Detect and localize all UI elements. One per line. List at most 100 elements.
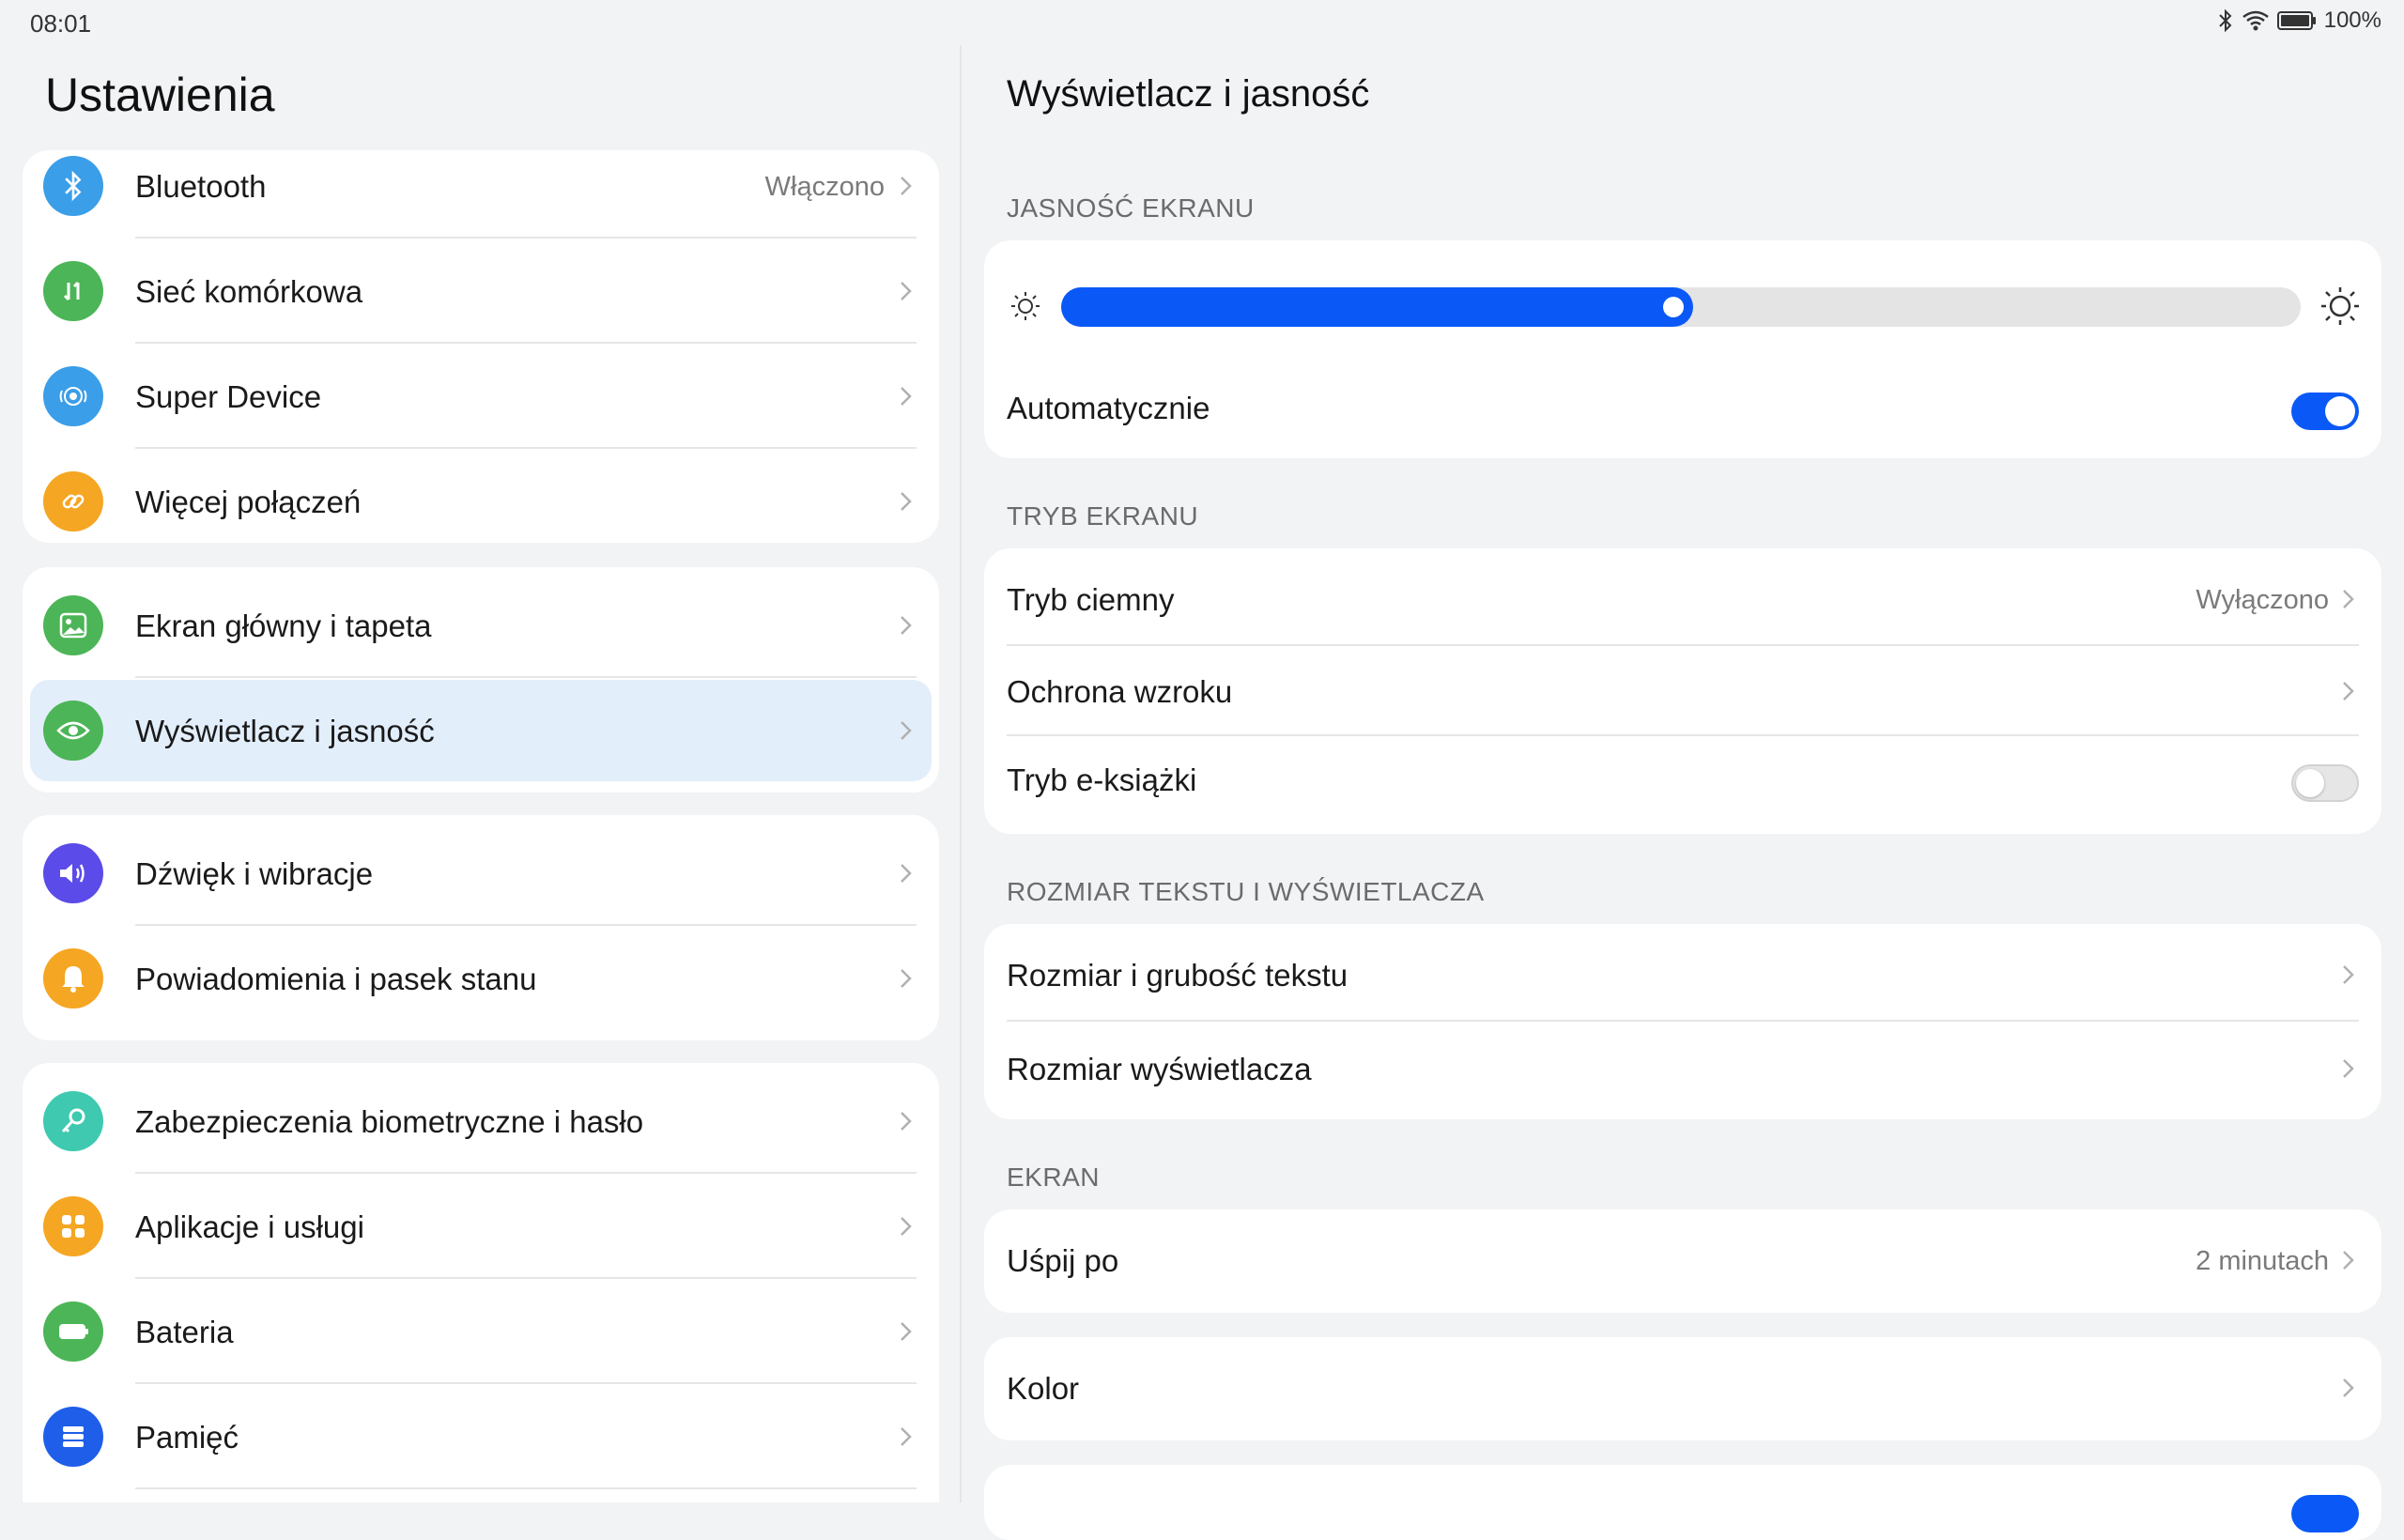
wifi-icon — [2242, 9, 2270, 32]
eye-comfort-row[interactable]: Ochrona wzroku — [984, 646, 2381, 736]
brightness-high-icon — [2319, 285, 2361, 331]
chevron-right-icon — [901, 1427, 912, 1446]
apps-icon — [43, 1196, 103, 1256]
next-settings-card — [984, 1465, 2381, 1540]
section-label-brightness: JASNOŚĆ EKRANU — [1007, 193, 1255, 223]
sidebar-item-notifications[interactable]: Powiadomienia i pasek stanu — [23, 926, 939, 1031]
color-label: Kolor — [1007, 1371, 1080, 1406]
color-row[interactable]: Kolor — [984, 1337, 2381, 1440]
sidebar-item-label: Pamięć — [135, 1420, 239, 1455]
sidebar-item-label: Bateria — [135, 1315, 234, 1349]
section-label-text-size: ROZMIAR TEKSTU I WYŚWIETLACZA — [1007, 877, 1485, 906]
key-icon — [43, 1091, 103, 1151]
text-size-row[interactable]: Rozmiar i grubość tekstu — [984, 924, 2381, 1022]
dark-mode-row[interactable]: Tryb ciemny Wyłączono — [984, 548, 2381, 646]
auto-brightness-toggle[interactable] — [2291, 393, 2359, 430]
sidebar-item-label: Sieć komórkowa — [135, 274, 363, 309]
sidebar-item-label: Powiadomienia i pasek stanu — [135, 962, 537, 996]
wallpaper-icon — [43, 595, 103, 655]
sidebar-item-label: Więcej połączeń — [135, 485, 362, 519]
chevron-right-icon — [901, 1217, 912, 1236]
bluetooth-icon — [43, 156, 103, 216]
chevron-right-icon — [901, 1112, 912, 1131]
storage-icon — [43, 1407, 103, 1467]
sidebar-item-label: Aplikacje i usługi — [135, 1209, 364, 1244]
status-icons: 100% — [2217, 8, 2381, 34]
partial-toggle[interactable] — [2291, 1495, 2359, 1532]
super-device-icon — [43, 366, 103, 426]
settings-group-system: Zabezpieczenia biometryczne i hasło Apli… — [23, 1063, 939, 1502]
eye-icon — [43, 701, 103, 761]
chevron-right-icon — [901, 177, 912, 195]
sidebar-item-label: Zabezpieczenia biometryczne i hasło — [135, 1104, 644, 1139]
battery-icon — [2276, 10, 2317, 31]
sidebar-item-label: Dźwięk i wibracje — [135, 856, 374, 891]
pane-divider — [960, 45, 962, 1502]
toggle-knob — [2325, 396, 2355, 426]
divider — [135, 1487, 917, 1489]
sidebar-item-more-connections[interactable]: Więcej połączeń — [23, 449, 939, 543]
ebook-mode-row[interactable]: Tryb e-książki — [984, 736, 2381, 834]
settings-sidebar: Ustawienia Bluetooth Włączono Sieć komór… — [0, 0, 960, 1502]
dark-mode-value: Wyłączono — [2196, 585, 2329, 615]
chevron-right-icon — [2343, 965, 2354, 984]
display-size-row[interactable]: Rozmiar wyświetlacza — [984, 1022, 2381, 1119]
settings-group-display: Ekran główny i tapeta Wyświetlacz i jasn… — [23, 567, 939, 793]
sidebar-item-display-brightness[interactable]: Wyświetlacz i jasność — [23, 678, 939, 783]
chevron-right-icon — [2343, 682, 2354, 701]
chevron-right-icon — [901, 492, 912, 511]
link-icon — [43, 471, 103, 531]
screen-timeout-card: Uśpij po 2 minutach — [984, 1209, 2381, 1313]
battery-percent: 100% — [2323, 8, 2381, 33]
auto-brightness-label: Automatycznie — [1007, 391, 1210, 425]
sidebar-item-home-screen[interactable]: Ekran główny i tapeta — [23, 573, 939, 678]
section-label-screen: EKRAN — [1007, 1163, 1100, 1192]
detail-title: Wyświetlacz i jasność — [1007, 73, 1370, 115]
sleep-label: Uśpij po — [1007, 1243, 1119, 1278]
brightness-low-icon — [1009, 289, 1042, 328]
text-size-card: Rozmiar i grubość tekstu Rozmiar wyświet… — [984, 924, 2381, 1119]
chevron-right-icon — [2343, 1251, 2354, 1270]
chevron-right-icon — [2343, 1059, 2354, 1078]
sidebar-item-storage[interactable]: Pamięć — [23, 1384, 939, 1489]
chevron-right-icon — [901, 969, 912, 988]
chevron-right-icon — [901, 387, 912, 406]
chevron-right-icon — [901, 721, 912, 740]
sleep-row[interactable]: Uśpij po 2 minutach — [984, 1209, 2381, 1313]
mobile-data-icon — [43, 261, 103, 321]
sidebar-item-apps[interactable]: Aplikacje i usługi — [23, 1174, 939, 1279]
sidebar-item-bluetooth[interactable]: Bluetooth Włączono — [23, 150, 939, 239]
display-size-label: Rozmiar wyświetlacza — [1007, 1052, 1312, 1086]
toggle-knob — [2296, 769, 2324, 797]
sidebar-item-label: Wyświetlacz i jasność — [135, 714, 435, 748]
brightness-slider-fill — [1061, 287, 1694, 327]
brightness-slider[interactable] — [1061, 287, 2301, 327]
text-size-label: Rozmiar i grubość tekstu — [1007, 958, 1348, 993]
section-label-screen-mode: TRYB EKRANU — [1007, 501, 1199, 531]
chevron-right-icon — [2343, 1378, 2354, 1397]
brightness-card: Automatycznie — [984, 240, 2381, 458]
auto-brightness-row[interactable]: Automatycznie — [984, 364, 2381, 458]
chevron-right-icon — [2343, 590, 2354, 608]
settings-group-connections: Bluetooth Włączono Sieć komórkowa Super … — [23, 150, 939, 543]
sidebar-item-super-device[interactable]: Super Device — [23, 344, 939, 449]
screen-mode-card: Tryb ciemny Wyłączono Ochrona wzroku Try… — [984, 548, 2381, 834]
chevron-right-icon — [901, 282, 912, 300]
sidebar-item-mobile-network[interactable]: Sieć komórkowa — [23, 239, 939, 344]
color-card: Kolor — [984, 1337, 2381, 1440]
sleep-value: 2 minutach — [2196, 1246, 2329, 1276]
volume-icon — [43, 843, 103, 903]
dark-mode-label: Tryb ciemny — [1007, 582, 1175, 617]
sidebar-item-sound[interactable]: Dźwięk i wibracje — [23, 821, 939, 926]
page-title: Ustawienia — [45, 69, 275, 121]
sidebar-item-battery[interactable]: Bateria — [23, 1279, 939, 1384]
eye-comfort-label: Ochrona wzroku — [1007, 674, 1233, 709]
chevron-right-icon — [901, 1322, 912, 1341]
sidebar-item-label: Bluetooth — [135, 169, 267, 204]
chevron-right-icon — [901, 616, 912, 635]
bluetooth-icon — [2217, 8, 2234, 33]
sidebar-item-security[interactable]: Zabezpieczenia biometryczne i hasło — [23, 1069, 939, 1174]
chevron-right-icon — [901, 864, 912, 883]
ebook-mode-toggle[interactable] — [2291, 764, 2359, 802]
settings-group-sound: Dźwięk i wibracje Powiadomienia i pasek … — [23, 815, 939, 1040]
